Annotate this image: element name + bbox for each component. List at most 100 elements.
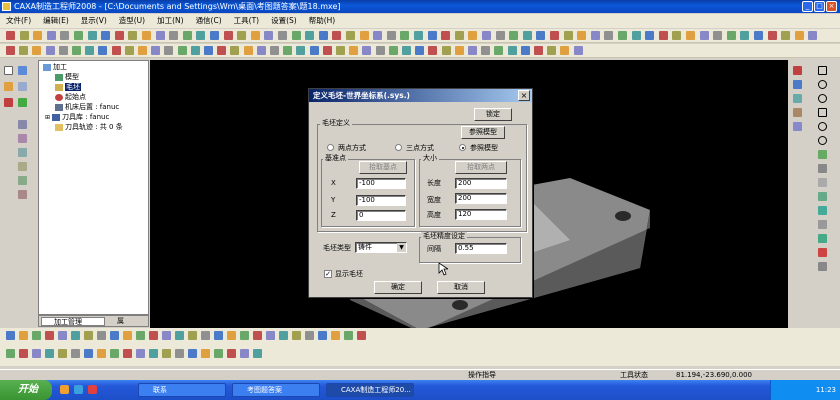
toolbar-button-icon[interactable]	[253, 349, 262, 358]
base-x-field[interactable]: -100	[356, 178, 406, 189]
toolbar-button-icon[interactable]	[577, 31, 587, 40]
toolbar-button-icon[interactable]	[71, 349, 80, 358]
toolbar-button-icon[interactable]	[97, 349, 106, 358]
toolbar-button-icon[interactable]	[46, 31, 56, 40]
tab-properties[interactable]: 属	[107, 317, 133, 326]
toolbar-icon[interactable]	[793, 80, 802, 89]
menu-help[interactable]: 帮助(H)	[309, 14, 336, 28]
toolbar-button-icon[interactable]	[151, 46, 161, 55]
toolbar-button-icon[interactable]	[481, 46, 491, 55]
menu-communication[interactable]: 通信(C)	[196, 14, 222, 28]
toolbar-button-icon[interactable]	[658, 31, 668, 40]
toolbar-button-icon[interactable]	[547, 46, 557, 55]
toolbar-icon[interactable]	[18, 120, 27, 129]
toolbar-button-icon[interactable]	[162, 331, 171, 340]
toolbar-button-icon[interactable]	[428, 46, 438, 55]
toolbar-icon[interactable]	[818, 206, 827, 215]
toolbar-icon[interactable]	[793, 108, 802, 117]
toolbar-button-icon[interactable]	[33, 31, 43, 40]
ellipse-icon[interactable]	[818, 122, 827, 131]
tree-root[interactable]: 加工	[43, 62, 67, 72]
toolbar-icon[interactable]	[18, 148, 27, 157]
radio-reference-model[interactable]	[459, 144, 466, 151]
toolbar-button-icon[interactable]	[400, 31, 410, 40]
toolbar-button-icon[interactable]	[45, 46, 55, 55]
toolbar-button-icon[interactable]	[781, 31, 791, 40]
toolbar-button-icon[interactable]	[19, 46, 29, 55]
toolbar-button-icon[interactable]	[645, 31, 655, 40]
toolbar-button-icon[interactable]	[534, 46, 543, 55]
toolbar-icon[interactable]	[793, 122, 802, 131]
toolbar-button-icon[interactable]	[536, 31, 546, 40]
toolbar-button-icon[interactable]	[32, 46, 42, 55]
toolbar-button-icon[interactable]	[162, 349, 171, 358]
quicklaunch-icon[interactable]	[88, 385, 97, 394]
toolbar-button-icon[interactable]	[349, 46, 359, 55]
tree-item-blank[interactable]: 毛坯	[55, 82, 81, 92]
menu-view[interactable]: 显示(V)	[81, 14, 107, 28]
toolbar-button-icon[interactable]	[573, 46, 583, 55]
toolbar-button-icon[interactable]	[283, 46, 293, 55]
toolbar-button-icon[interactable]	[155, 31, 165, 40]
toolbar-button-icon[interactable]	[85, 46, 95, 55]
toolbar-button-icon[interactable]	[686, 31, 695, 40]
toolbar-button-icon[interactable]	[808, 31, 818, 40]
toolbar-button-icon[interactable]	[32, 349, 41, 358]
toolbar-button-icon[interactable]	[6, 331, 15, 340]
toolbar-button-icon[interactable]	[111, 46, 121, 55]
toolbar-button-icon[interactable]	[123, 331, 132, 340]
toolbar-button-icon[interactable]	[278, 31, 287, 40]
toolbar-button-icon[interactable]	[214, 331, 223, 340]
toolbar-button-icon[interactable]	[97, 331, 106, 340]
blank-type-select[interactable]: 铸件 ▼	[355, 242, 407, 253]
chevron-down-icon[interactable]: ▼	[397, 243, 406, 252]
length-field[interactable]: 200	[455, 178, 507, 189]
minimize-button[interactable]: _	[802, 1, 813, 12]
toolbar-button-icon[interactable]	[6, 31, 15, 40]
toolbar-button-icon[interactable]	[520, 46, 530, 55]
toolbar-button-icon[interactable]	[362, 46, 372, 55]
toolbar-button-icon[interactable]	[270, 46, 279, 55]
toolbar-button-icon[interactable]	[169, 31, 179, 40]
width-field[interactable]: 200	[455, 193, 507, 204]
toolbar-icon[interactable]	[818, 248, 827, 257]
menu-modeling[interactable]: 造型(U)	[119, 14, 145, 28]
toolbar-button-icon[interactable]	[204, 46, 213, 55]
toolbar-button-icon[interactable]	[190, 46, 200, 55]
toolbar-button-icon[interactable]	[182, 31, 192, 40]
toolbar-button-icon[interactable]	[58, 349, 67, 358]
toolbar-button-icon[interactable]	[60, 31, 70, 40]
toolbar-button-icon[interactable]	[149, 331, 158, 340]
toolbar-button-icon[interactable]	[214, 349, 223, 358]
show-blank-checkbox[interactable]: ✓	[324, 270, 332, 278]
toolbar-button-icon[interactable]	[550, 31, 559, 40]
toolbar-button-icon[interactable]	[264, 31, 274, 40]
toolbar-button-icon[interactable]	[201, 331, 210, 340]
radio-two-point[interactable]	[327, 144, 334, 151]
toolbar-button-icon[interactable]	[32, 331, 41, 340]
toolbar-icon[interactable]	[18, 98, 27, 107]
height-field[interactable]: 120	[455, 209, 507, 220]
toolbar-button-icon[interactable]	[402, 46, 411, 55]
task-button-active[interactable]: CAXA制造工程师20...	[326, 383, 414, 397]
toolbar-button-icon[interactable]	[6, 349, 15, 358]
toolbar-button-icon[interactable]	[45, 331, 54, 340]
toolbar-icon[interactable]	[18, 176, 27, 185]
toolbar-button-icon[interactable]	[19, 349, 28, 358]
toolbar-button-icon[interactable]	[58, 46, 68, 55]
circle-icon[interactable]	[818, 80, 827, 89]
quicklaunch-icon[interactable]	[74, 385, 83, 394]
toolbar-button-icon[interactable]	[672, 31, 682, 40]
toolbar-button-icon[interactable]	[740, 31, 750, 40]
toolbar-button-icon[interactable]	[754, 31, 763, 40]
arc-icon[interactable]	[818, 94, 827, 103]
toolbar-button-icon[interactable]	[386, 31, 396, 40]
toolbar-button-icon[interactable]	[136, 331, 145, 340]
toolbar-button-icon[interactable]	[332, 31, 342, 40]
toolbar-button-icon[interactable]	[227, 349, 236, 358]
toolbar-button-icon[interactable]	[292, 331, 301, 340]
toolbar-button-icon[interactable]	[359, 31, 369, 40]
toolbar-button-icon[interactable]	[373, 31, 383, 40]
spacing-field[interactable]: 0.55	[455, 243, 507, 254]
toolbar-button-icon[interactable]	[138, 46, 147, 55]
